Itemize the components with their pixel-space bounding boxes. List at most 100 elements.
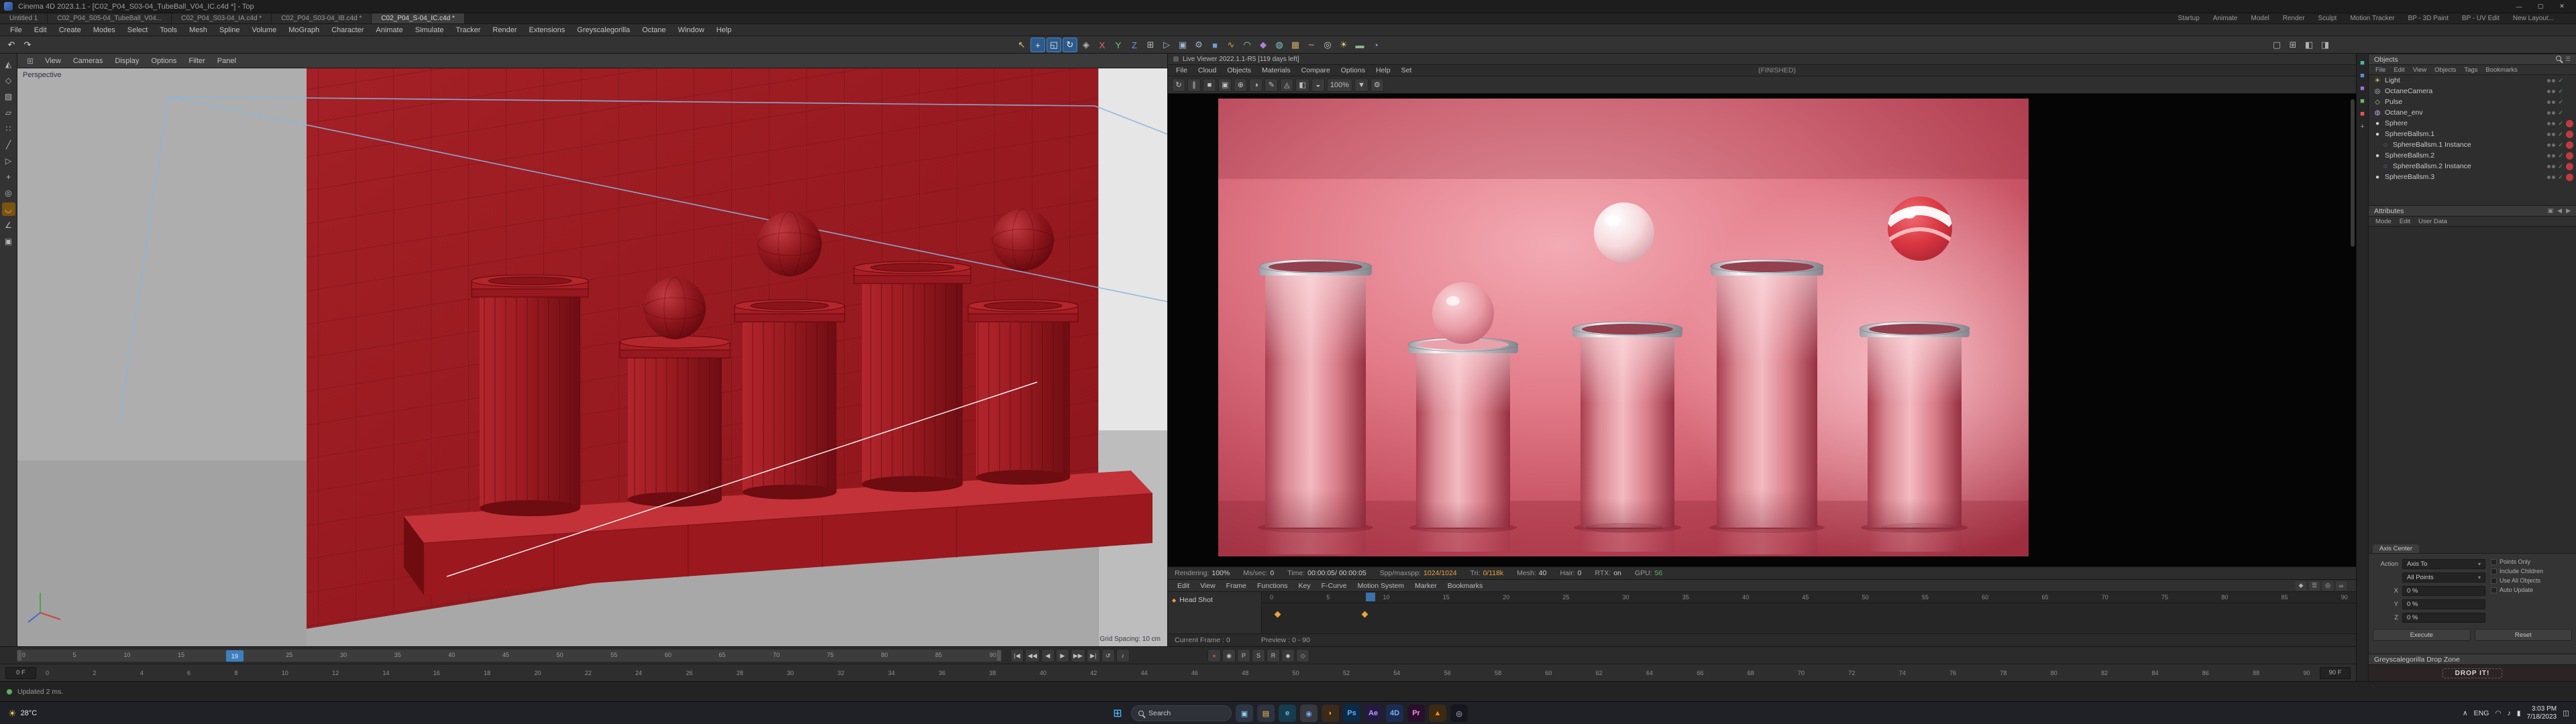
panel-menu-icon[interactable]: ☰ bbox=[2565, 56, 2571, 63]
link-icon[interactable]: ∞ bbox=[2336, 581, 2347, 591]
edge[interactable]: e bbox=[1279, 705, 1296, 722]
menu-item[interactable]: Edit bbox=[28, 26, 53, 34]
render-settings-button[interactable]: ⚙ bbox=[1191, 38, 1206, 52]
document-tab[interactable]: C02_P04_S-04_IC.c4d * bbox=[372, 13, 465, 23]
object-name[interactable]: SphereBallsm.1 Instance bbox=[2393, 141, 2544, 149]
object-row[interactable]: ● SphereBallsm.1 ✓ bbox=[2369, 129, 2576, 139]
end-frame-field[interactable]: 90 F bbox=[2320, 667, 2351, 679]
layout-single-view[interactable]: ▢ bbox=[2269, 38, 2284, 52]
object-row[interactable]: ● SphereBallsm.2 ✓ bbox=[2369, 150, 2576, 161]
enabled-check-icon[interactable]: ✓ bbox=[2558, 120, 2563, 127]
camera-sync-icon[interactable]: ◎ bbox=[2322, 581, 2333, 591]
menu-item[interactable]: Simulate bbox=[409, 26, 450, 34]
visibility-dots[interactable] bbox=[2547, 176, 2555, 179]
texture-mode-button[interactable]: ▨ bbox=[2, 90, 15, 103]
lock-icon[interactable]: ▣ bbox=[2548, 207, 2554, 215]
save-render-button[interactable]: ▼ bbox=[1354, 78, 1368, 92]
fields-menu[interactable]: ◍ bbox=[1272, 38, 1287, 52]
axis-dropdown[interactable]: Axis To bbox=[2402, 559, 2485, 569]
range-grip-start[interactable] bbox=[17, 650, 21, 661]
enabled-check-icon[interactable]: ✓ bbox=[2558, 131, 2563, 138]
layout-tab[interactable]: Model bbox=[2245, 15, 2275, 22]
axis-y-lock[interactable]: Y bbox=[1111, 38, 1126, 52]
menu-item[interactable]: Tools bbox=[154, 26, 183, 34]
layout-tab[interactable]: Animate bbox=[2207, 15, 2244, 22]
spline-pen-menu[interactable]: ∿ bbox=[1224, 38, 1238, 52]
lv-settings-button[interactable]: ⚙ bbox=[1371, 78, 1384, 92]
firefox[interactable]: ◗ bbox=[1322, 705, 1339, 722]
layout-tab[interactable]: Motion Tracker bbox=[2344, 15, 2400, 22]
object-name[interactable]: Sphere bbox=[2385, 119, 2544, 127]
timeline-menu-item[interactable]: Marker bbox=[1409, 582, 1442, 590]
battery-icon[interactable]: ▮ bbox=[2517, 709, 2521, 717]
autokey-button[interactable]: ◉ bbox=[1222, 649, 1236, 662]
start-button[interactable]: ⊞ bbox=[1108, 704, 1127, 723]
cinema4d[interactable]: 4D bbox=[1386, 705, 1403, 722]
notification-icon[interactable]: ◫ bbox=[2563, 709, 2569, 717]
premiere[interactable]: Pr bbox=[1407, 705, 1425, 722]
record-scale-toggle[interactable]: S bbox=[1252, 649, 1265, 662]
objects-panel-header[interactable]: Objects ☰ bbox=[2369, 54, 2576, 65]
keyframe-marker[interactable] bbox=[1274, 611, 1281, 618]
powerslider-ruler[interactable]: 051015202530354045505560657075808590 19 bbox=[16, 649, 1002, 662]
sphere-1[interactable] bbox=[644, 278, 706, 339]
visibility-dots[interactable] bbox=[2547, 79, 2555, 82]
object-name[interactable]: SphereBallsm.3 bbox=[2385, 173, 2544, 181]
start-frame-field[interactable]: 0 F bbox=[5, 667, 36, 679]
axis-center-tab[interactable]: Axis Center bbox=[2373, 544, 2419, 553]
viewport-burger-icon[interactable]: ⊞ bbox=[21, 56, 39, 66]
reset-button[interactable]: Reset bbox=[2475, 629, 2573, 641]
enabled-check-icon[interactable]: ✓ bbox=[2558, 88, 2563, 95]
axis-value-field[interactable]: 0 % bbox=[2402, 613, 2485, 623]
object-name[interactable]: SphereBallsm.1 bbox=[2385, 130, 2544, 138]
menu-item[interactable]: Character bbox=[325, 26, 370, 34]
object-name[interactable]: SphereBallsm.2 Instance bbox=[2393, 162, 2544, 170]
timeline-playhead[interactable] bbox=[1366, 593, 1375, 601]
visibility-dots[interactable] bbox=[2547, 122, 2555, 125]
object-name[interactable]: Pulse bbox=[2385, 98, 2544, 106]
mograph-menu[interactable]: ◆ bbox=[1256, 38, 1271, 52]
coord-system-toggle[interactable]: ⊞ bbox=[1143, 38, 1158, 52]
panel-right-toggle[interactable]: ◨ bbox=[2318, 38, 2332, 52]
snapping-button[interactable]: ◡ bbox=[2, 202, 15, 216]
restart-render-button[interactable]: ↻ bbox=[1172, 78, 1185, 92]
timeline-menu-item[interactable]: Functions bbox=[1252, 582, 1293, 590]
visibility-dots[interactable] bbox=[2547, 101, 2555, 104]
pause-render-button[interactable]: ∥ bbox=[1187, 78, 1201, 92]
enabled-check-icon[interactable]: ✓ bbox=[2558, 109, 2563, 117]
file-explorer[interactable]: ▤ bbox=[1257, 705, 1275, 722]
viewport-solo-button[interactable]: ◎ bbox=[2, 186, 15, 200]
viewport-menu-item[interactable]: View bbox=[39, 57, 67, 65]
objects-menu-item[interactable]: View bbox=[2409, 66, 2430, 74]
viewport-menu-item[interactable]: Filter bbox=[182, 57, 211, 65]
menu-item[interactable]: Volume bbox=[246, 26, 283, 34]
execute-button[interactable]: Execute bbox=[2373, 629, 2471, 641]
sphere-3[interactable] bbox=[992, 209, 1054, 271]
document-tab[interactable]: C02_P04_S05-04_TubeBall_V04... bbox=[48, 13, 172, 23]
palette-scene-icon[interactable]: ■ bbox=[2358, 59, 2367, 68]
primitive-cube-menu[interactable]: ■ bbox=[1208, 38, 1222, 52]
palette-render-icon[interactable]: ■ bbox=[2358, 110, 2367, 119]
axis-value-field[interactable]: 0 % bbox=[2402, 586, 2485, 596]
floor-menu[interactable]: ▬ bbox=[1352, 38, 1367, 52]
viewport-scene[interactable] bbox=[17, 68, 1167, 646]
attributes-menu-item[interactable]: User Data bbox=[2414, 218, 2451, 225]
menu-item[interactable]: Animate bbox=[370, 26, 409, 34]
render-scrollbar[interactable] bbox=[2351, 99, 2355, 247]
layout-tab[interactable]: BP - 3D Paint bbox=[2402, 15, 2454, 22]
palette-camera-icon[interactable]: ■ bbox=[2358, 72, 2367, 80]
layout-quad-view[interactable]: ⊞ bbox=[2286, 38, 2300, 52]
search-icon[interactable] bbox=[2556, 56, 2561, 61]
minimize-button[interactable]: — bbox=[2509, 1, 2529, 13]
goto-end-button[interactable]: ▶| bbox=[1087, 649, 1100, 662]
camera-menu[interactable]: ◎ bbox=[1320, 38, 1335, 52]
menu-item[interactable]: Spline bbox=[213, 26, 246, 34]
menu-item[interactable]: Greyscalegorilla bbox=[571, 26, 636, 34]
object-name[interactable]: SphereBallsm.2 bbox=[2385, 152, 2544, 160]
layout-tab[interactable]: BP - UV Edit bbox=[2456, 15, 2506, 22]
material-tag[interactable] bbox=[2566, 152, 2573, 160]
play-button[interactable]: ▶ bbox=[1056, 649, 1069, 662]
object-row[interactable]: ◎ OctaneCamera ✓ bbox=[2369, 86, 2576, 97]
visibility-dots[interactable] bbox=[2547, 133, 2555, 136]
palette-plus-icon[interactable]: + bbox=[2358, 123, 2367, 131]
